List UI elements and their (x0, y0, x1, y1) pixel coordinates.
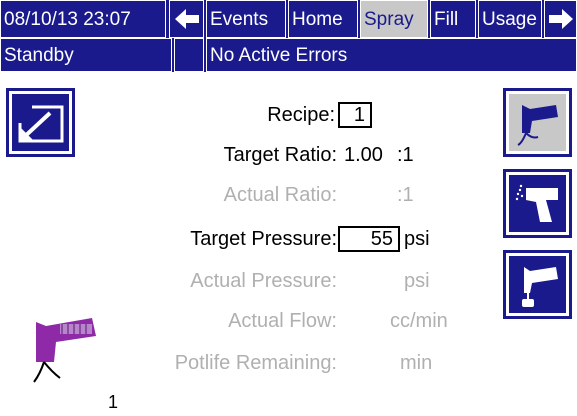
potlife-unit: min (400, 352, 433, 374)
tab-events[interactable]: Events (206, 0, 286, 38)
actual-ratio-unit: :1 (397, 184, 414, 206)
tab-spray[interactable]: Spray (360, 0, 428, 38)
tab-spray-label: Spray (364, 8, 414, 30)
tab-fill-label: Fill (434, 8, 459, 30)
target-ratio-label: Target Ratio: (223, 144, 337, 166)
tab-events-label: Events (210, 8, 269, 30)
next-screen-button[interactable] (544, 0, 577, 38)
target-pressure-input[interactable]: 55 (338, 226, 400, 252)
recipe-label: Recipe: (267, 104, 335, 126)
datetime: 08/10/13 23:07 (0, 0, 166, 38)
actual-pressure-label: Actual Pressure: (190, 270, 337, 292)
spray-gun-side-button[interactable] (503, 169, 572, 238)
gun-number: 1 (108, 392, 119, 412)
recipe-value: 1 (353, 104, 365, 126)
tab-usage[interactable]: Usage (478, 0, 542, 38)
edit-icon (18, 105, 63, 142)
prev-screen-button[interactable] (169, 0, 204, 38)
tab-usage-label: Usage (482, 8, 537, 30)
system-mode: Standby (0, 38, 172, 72)
error-status-text: No Active Errors (210, 44, 348, 66)
actual-pressure-unit: psi (404, 270, 430, 292)
actual-flow-label: Actual Flow: (228, 310, 337, 332)
target-pressure-value: 55 (370, 228, 393, 250)
target-pressure-label: Target Pressure: (190, 228, 337, 250)
status-indicator (174, 38, 204, 72)
tab-fill[interactable]: Fill (430, 0, 476, 38)
tab-home-label: Home (292, 8, 343, 30)
system-mode-text: Standby (4, 44, 74, 66)
arrow-right-icon (548, 9, 573, 29)
top-bar: 08/10/13 23:07 Events Home Spray Fill Us… (0, 0, 577, 38)
status-bar: Standby No Active Errors (0, 38, 577, 72)
target-pressure-unit: psi (404, 228, 430, 250)
actual-ratio-label: Actual Ratio: (223, 184, 337, 206)
actual-flow-unit: cc/min (390, 310, 448, 332)
flush-button[interactable] (503, 250, 572, 319)
tab-home[interactable]: Home (288, 0, 358, 38)
target-ratio-value: 1.00 (344, 144, 383, 166)
arrow-left-icon (174, 9, 199, 29)
spray-gun-icon (516, 104, 558, 146)
potlife-label: Potlife Remaining: (174, 352, 337, 374)
spray-mode-button[interactable] (503, 88, 572, 157)
datetime-text: 08/10/13 23:07 (4, 8, 131, 30)
spray-gun-side-icon (515, 184, 558, 222)
error-status: No Active Errors (206, 38, 577, 72)
edit-button[interactable] (6, 88, 75, 157)
spray-gun-flush-icon (521, 266, 558, 307)
target-ratio-unit: :1 (397, 144, 414, 166)
recipe-input[interactable]: 1 (338, 102, 372, 128)
gun-status-icon (33, 318, 96, 383)
